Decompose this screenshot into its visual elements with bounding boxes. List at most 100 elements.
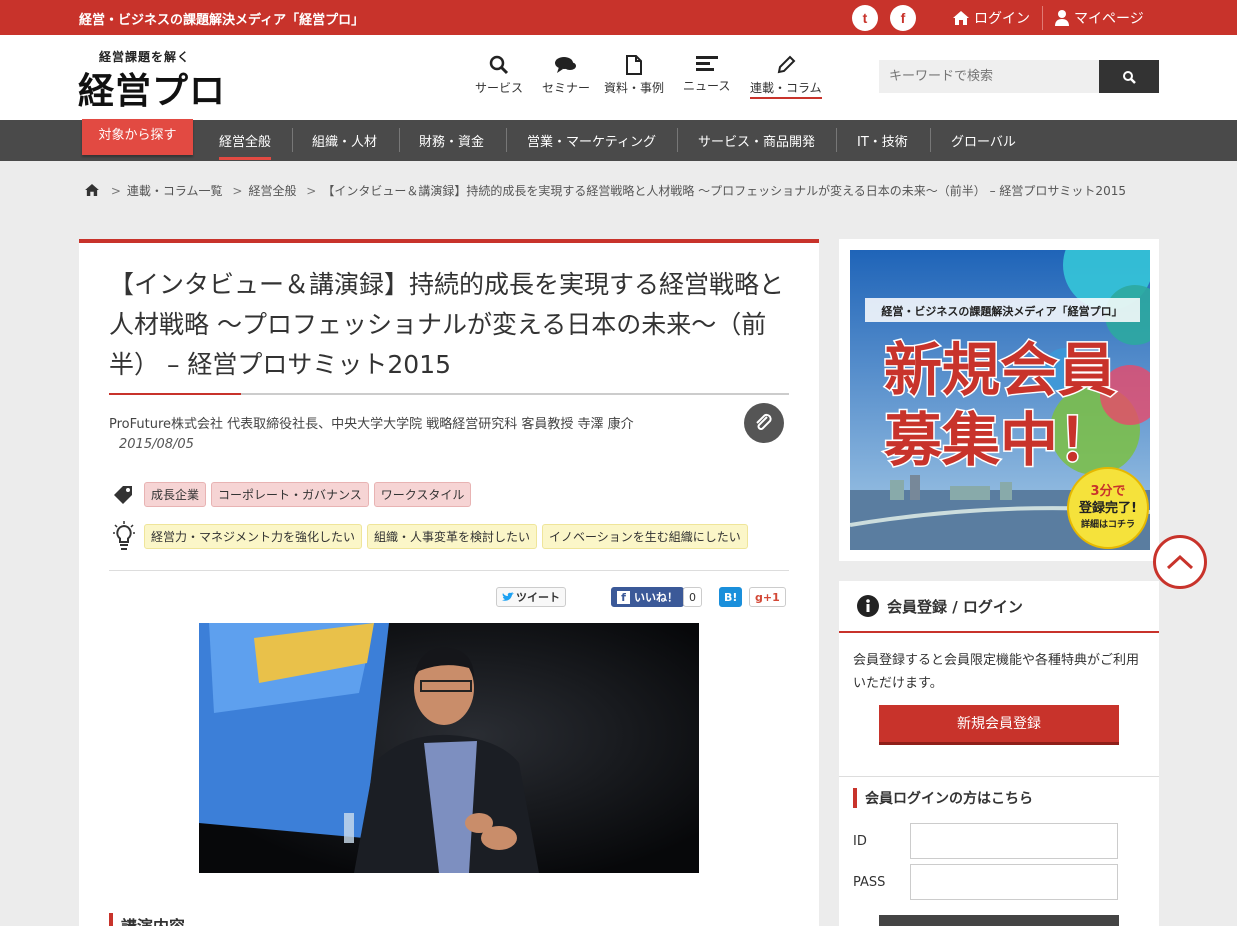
- home-icon[interactable]: [85, 184, 99, 196]
- divider: [1042, 6, 1043, 30]
- member-panel-header: 会員登録 / ログイン: [839, 581, 1159, 633]
- mypage-link[interactable]: マイページ: [1055, 8, 1144, 28]
- facebook-icon[interactable]: f: [890, 5, 916, 31]
- divider: [292, 128, 293, 152]
- info-icon: [857, 595, 879, 617]
- tweet-label: ツイート: [516, 591, 560, 604]
- divider: [399, 128, 400, 152]
- facebook-icon: f: [617, 590, 630, 604]
- page-top-button[interactable]: [1153, 535, 1207, 589]
- nav-column[interactable]: 連載・コラム: [750, 55, 822, 99]
- article: 【インタビュー＆講演録】持続的成長を実現する経営戦略と人材戦略 〜プロフェッショ…: [79, 239, 819, 926]
- banner-badge-1: 3分で: [1090, 483, 1125, 499]
- search-input[interactable]: [879, 60, 1099, 93]
- login-link[interactable]: ログイン: [953, 8, 1030, 28]
- banner-headline-1: 新規会員: [884, 336, 1116, 404]
- nav-label: サービス: [475, 81, 524, 95]
- nav-service[interactable]: サービス: [475, 55, 523, 96]
- breadcrumb-separator: >: [306, 184, 317, 198]
- top-bar: 経営・ビジネスの課題解決メディア「経営プロ」 t f ログイン マイページ: [0, 0, 1237, 35]
- article-date: 2015/08/05: [119, 437, 194, 452]
- nav-label: 連載・コラム: [750, 81, 822, 99]
- theme-list: 経営力・マネジメント力を強化したい 組織・人事変革を検討したい イノベーションを…: [109, 521, 748, 551]
- member-banner[interactable]: 経営・ビジネスの課題解決メディア「経営プロ」 新規会員 募集中！ 3分で 登録完…: [850, 250, 1150, 550]
- browse-by-target-button[interactable]: 対象から探す: [82, 119, 193, 155]
- member-panel-title: 会員登録 / ログイン: [887, 597, 1023, 616]
- tag-growth-company[interactable]: 成長企業: [144, 482, 207, 507]
- register-button[interactable]: 新規会員登録: [879, 705, 1119, 745]
- twitter-icon[interactable]: t: [852, 5, 878, 31]
- category-global[interactable]: グローバル: [951, 131, 1016, 150]
- pencil-icon: [777, 55, 796, 74]
- divider: [109, 570, 789, 571]
- user-icon: [1055, 10, 1069, 26]
- tag-governance[interactable]: コーポレート・ガバナンス: [211, 482, 369, 507]
- clip-button[interactable]: [744, 403, 784, 443]
- breadcrumb-item[interactable]: 経営全般: [248, 184, 296, 198]
- id-field[interactable]: [910, 823, 1118, 859]
- site-logo[interactable]: 経営プロ: [78, 62, 226, 114]
- section-heading: 講演内容: [109, 913, 185, 926]
- like-count: 0: [683, 587, 702, 607]
- search-icon: [489, 55, 509, 75]
- id-label: ID: [853, 834, 867, 849]
- nav-seminar[interactable]: セミナー: [542, 55, 590, 96]
- nav-label: 資料・事例: [604, 81, 665, 95]
- search-button[interactable]: [1099, 60, 1159, 93]
- twitter-bird-icon: [502, 592, 514, 601]
- divider: [836, 128, 837, 152]
- divider: [506, 128, 507, 152]
- banner-media-name: 経営・ビジネスの課題解決メディア「経営プロ」: [881, 304, 1122, 318]
- nav-label: ニュース: [683, 79, 731, 93]
- member-description: 会員登録すると会員限定機能や各種特典がご利用いただけます。: [853, 653, 1140, 691]
- divider: [677, 128, 678, 152]
- article-photo: [199, 623, 699, 873]
- pass-label: PASS: [853, 875, 886, 890]
- chevron-up-icon: [1166, 554, 1194, 570]
- like-label: いいね！: [634, 591, 678, 604]
- mypage-label: マイページ: [1074, 11, 1144, 27]
- article-author[interactable]: ProFuture株式会社 代表取締役社長、中央大学大学院 戦略経営研究科 客員…: [109, 413, 759, 432]
- home-icon: [953, 11, 969, 25]
- breadcrumb-separator: >: [232, 184, 243, 198]
- breadcrumb-item[interactable]: 連載・コラム一覧: [127, 184, 223, 198]
- nav-news[interactable]: ニュース: [683, 55, 730, 94]
- nav-documents[interactable]: 資料・事例: [604, 55, 664, 96]
- login-button[interactable]: [879, 915, 1119, 926]
- theme-innovation[interactable]: イノベーションを生む組織にしたい: [542, 523, 748, 549]
- member-panel: 会員登録 / ログイン 会員登録すると会員限定機能や各種特典がご利用いただけます…: [839, 581, 1159, 926]
- hatena-bookmark-button[interactable]: B!: [719, 587, 743, 607]
- article-title: 【インタビュー＆講演録】持続的成長を実現する経営戦略と人材戦略 〜プロフェッショ…: [109, 270, 785, 379]
- category-it[interactable]: IT・技術: [857, 131, 908, 150]
- theme-organization[interactable]: 組織・人事変革を検討したい: [367, 523, 538, 549]
- breadcrumb-current: 【インタビュー＆講演録】持続的成長を実現する経営戦略と人材戦略 〜プロフェッショ…: [322, 184, 1126, 198]
- category-management[interactable]: 経営全般: [219, 131, 272, 160]
- breadcrumb: > 連載・コラム一覧 > 経営全般 > 【インタビュー＆講演録】持続的成長を実現する経…: [79, 181, 1154, 201]
- category-finance[interactable]: 財務・資金: [419, 131, 484, 150]
- category-product[interactable]: サービス・商品開発: [698, 131, 815, 150]
- document-icon: [626, 55, 642, 75]
- search-icon: [1123, 70, 1136, 84]
- site-tagline: 経営・ビジネスの課題解決メディア「経営プロ」: [79, 13, 365, 28]
- chat-icon: [555, 57, 576, 73]
- divider: [839, 776, 1159, 777]
- category-organization[interactable]: 組織・人材: [312, 131, 377, 150]
- nav-label: セミナー: [542, 81, 591, 95]
- login-heading: 会員ログインの方はこちら: [853, 788, 1033, 808]
- breadcrumb-separator: >: [110, 184, 121, 198]
- header: 経営課題を解く 経営プロ サービス セミナー 資料・事例 ニュース 連載・コラム: [0, 35, 1237, 120]
- password-field[interactable]: [910, 864, 1118, 900]
- news-icon: [695, 56, 718, 71]
- login-label: ログイン: [974, 11, 1030, 27]
- google-plus-button[interactable]: g+1: [749, 587, 786, 607]
- banner-badge-3: 詳細はコチラ: [1081, 518, 1135, 530]
- tag-workstyle[interactable]: ワークスタイル: [373, 482, 472, 507]
- theme-management[interactable]: 経営力・マネジメント力を強化したい: [144, 523, 363, 549]
- tag-list: 成長企業 コーポレート・ガバナンス ワークスタイル: [109, 482, 472, 507]
- lightbulb-icon: [109, 521, 139, 551]
- category-sales[interactable]: 営業・マーケティング: [527, 131, 656, 150]
- tweet-button[interactable]: ツイート: [496, 587, 566, 607]
- banner-headline-2: 募集中！: [883, 406, 1116, 474]
- divider: [930, 128, 931, 152]
- facebook-like-button[interactable]: f いいね！: [611, 587, 684, 607]
